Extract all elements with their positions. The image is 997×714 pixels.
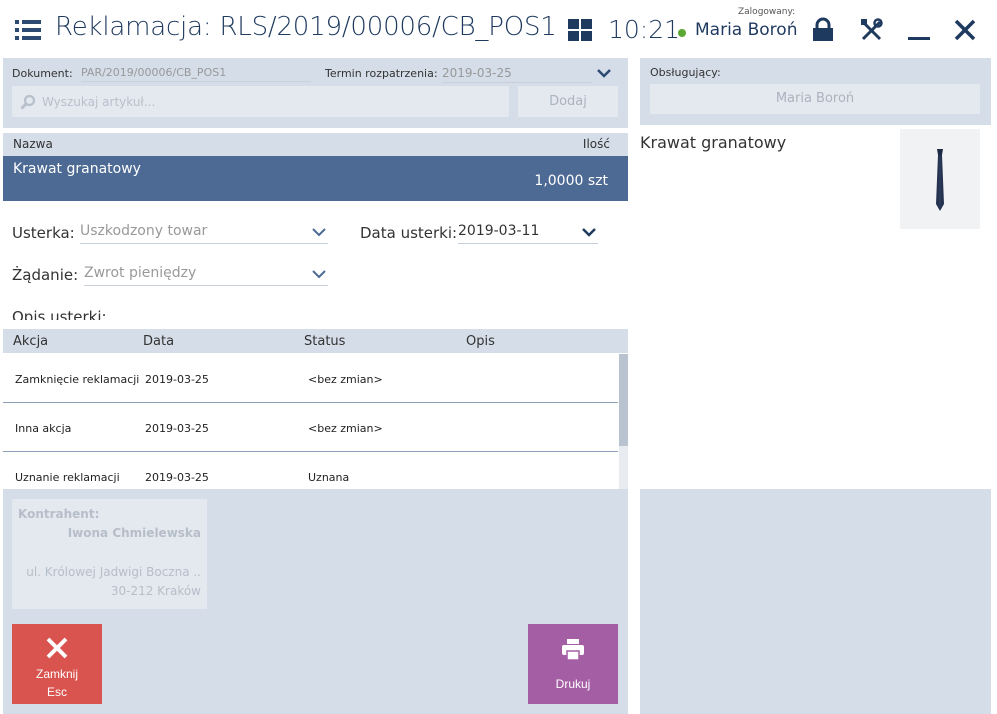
actions-scrollbar[interactable] [619,354,628,489]
action-name: Inna akcja [15,422,72,435]
lock-icon[interactable] [808,15,838,45]
handler-field[interactable]: Maria Boroń [650,84,980,114]
close-button[interactable]: Zamknij Esc [12,624,102,704]
action-status: <bez zmian> [308,422,383,435]
add-button[interactable]: Dodaj [518,86,618,117]
action-name: Zamknięcie reklamacji [15,373,140,386]
actions-table-header: Akcja Data Status Opis [3,329,628,353]
table-row[interactable]: Uznanie reklamacji 2019-03-25 Uznana [3,452,618,489]
items-table-header: Nazwa Ilość [3,133,628,156]
scrollbar-thumb[interactable] [619,354,628,446]
close-window-icon[interactable] [950,15,980,45]
column-header-status: Status [304,334,346,349]
tiles-icon[interactable] [568,19,592,41]
column-header-date: Data [143,334,175,349]
current-user: Maria Boroń [695,20,798,40]
bottom-left-panel: Kontrahent: Iwona Chmielewska ul. Królow… [3,489,628,714]
action-date: 2019-03-25 [145,471,209,484]
contractor-name: Iwona Chmielewska [67,526,201,540]
tie-icon [936,149,944,211]
action-status: Uznana [308,471,350,484]
hamburger-menu-icon[interactable] [15,20,41,40]
demand-select[interactable]: Zwrot pieniędzy [84,264,328,286]
product-image [900,129,980,229]
tools-icon[interactable] [857,15,887,45]
product-name: Krawat granatowy [640,133,787,152]
contractor-card[interactable]: Kontrahent: Iwona Chmielewska ul. Królow… [12,499,207,609]
defect-label: Usterka: [12,224,75,242]
actions-table: Akcja Data Status Opis Zamknięcie reklam… [3,329,628,489]
online-status-icon [678,29,686,37]
action-status: <bez zmian> [308,373,383,386]
table-row[interactable]: Krawat granatowy 1,0000 szt [3,156,628,201]
defect-date-label: Data usterki: [360,224,458,242]
column-header-description: Opis [466,334,495,349]
print-button-label: Drukuj [555,677,591,691]
column-header-name: Nazwa [13,137,53,151]
contractor-address-line1: ul. Królowej Jadwigi Boczna .. [26,565,201,579]
chevron-down-icon [582,224,596,238]
table-row[interactable]: Zamknięcie reklamacji 2019-03-25 <bez zm… [3,354,618,403]
demand-label: Żądanie: [12,266,79,284]
document-panel: Dokument: PAR/2019/00006/CB_POS1 Termin … [3,58,628,128]
document-value: PAR/2019/00006/CB_POS1 [81,66,311,82]
search-icon [20,94,36,110]
deadline-label: Termin rozpatrzenia: [325,67,438,80]
column-header-qty: Ilość [582,137,610,151]
item-name: Krawat granatowy [13,161,141,177]
minimize-icon[interactable] [904,15,934,45]
contractor-address-line2: 30-212 Kraków [110,584,201,598]
print-button[interactable]: Drukuj [528,624,618,704]
printer-icon [562,639,584,661]
chevron-down-icon [312,224,326,238]
table-row[interactable]: Inna akcja 2019-03-25 <bez zmian> [3,403,618,452]
app-header: Reklamacja: RLS/2019/00006/CB_POS1 10:21… [0,0,997,58]
action-date: 2019-03-25 [145,422,209,435]
chevron-down-icon[interactable] [597,65,611,79]
page-title: Reklamacja: RLS/2019/00006/CB_POS1 [55,12,557,42]
defect-date-picker[interactable]: 2019-03-11 [458,222,598,244]
item-qty: 1,0000 szt [534,173,608,189]
defect-select[interactable]: Uszkodzony towar [80,222,328,244]
description-label: Opis usterki: [12,308,107,320]
action-name: Uznanie reklamacji [15,471,120,484]
demand-value: Zwrot pieniędzy [84,265,197,281]
handler-label: Obsługujący: [650,66,721,79]
document-label: Dokument: [12,67,73,80]
contractor-label: Kontrahent: [18,507,100,521]
close-x-icon [46,637,68,659]
bottom-right-panel [640,489,991,714]
column-header-action: Akcja [13,334,49,349]
handler-panel: Obsługujący: Maria Boroń [640,58,991,125]
logged-in-label: Zalogowany: [738,7,796,17]
action-date: 2019-03-25 [145,373,209,386]
defect-value: Uszkodzony towar [80,223,208,239]
clock: 10:21 [608,15,681,44]
defect-date-value: 2019-03-11 [458,223,540,239]
close-button-shortcut: Esc [46,685,67,699]
search-input[interactable] [42,91,492,113]
chevron-down-icon [312,266,326,280]
deadline-value[interactable]: 2019-03-25 [442,66,592,83]
search-box[interactable] [12,86,509,117]
close-button-label: Zamknij [35,667,78,681]
